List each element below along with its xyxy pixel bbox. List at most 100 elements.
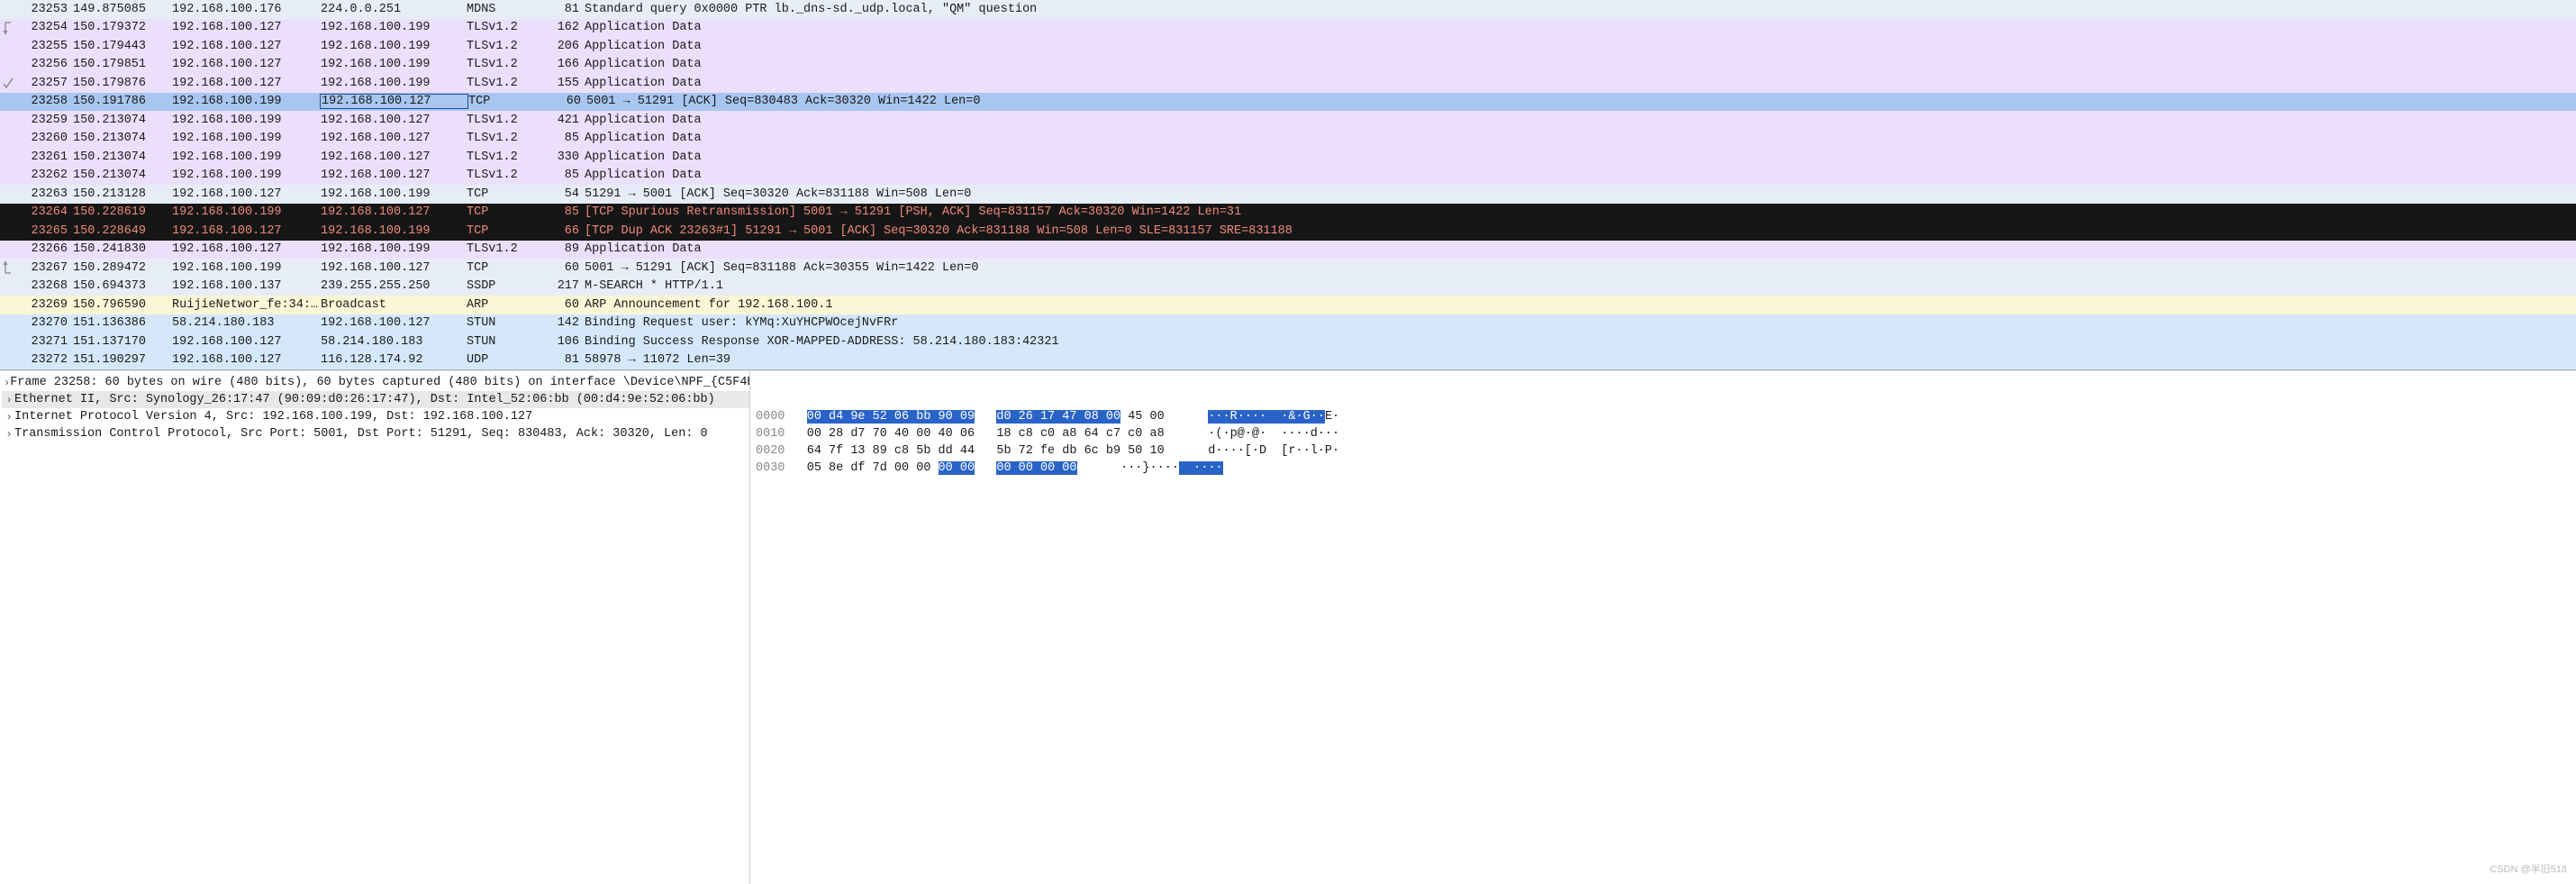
packet-row[interactable]: 23254150.179372192.168.100.127192.168.10…	[0, 19, 2576, 38]
packet-row[interactable]: 23269150.796590RuijieNetwor_fe:34:…Broad…	[0, 296, 2576, 314]
col-length: 142	[543, 316, 585, 330]
packet-details-tree[interactable]: ›Frame 23258: 60 bytes on wire (480 bits…	[0, 371, 750, 884]
packet-row[interactable]: 23268150.694373192.168.100.137239.255.25…	[0, 278, 2576, 296]
col-time: 150.179372	[73, 21, 172, 34]
col-info: Application Data	[585, 21, 2576, 34]
hex-bytes[interactable]: 00 28 d7 70 40 00 40 06 18 c8 c0 a8 64 c…	[807, 427, 1165, 441]
col-destination: 192.168.100.199	[321, 187, 467, 201]
related-marker-icon	[2, 259, 14, 278]
tree-item[interactable]: ›Internet Protocol Version 4, Src: 192.1…	[2, 408, 749, 425]
col-info: ARP Announcement for 192.168.100.1	[585, 298, 2576, 312]
hex-ascii[interactable]: ···R···· ·&·G··E·	[1208, 410, 1339, 424]
col-length: 60	[543, 261, 585, 275]
hex-ascii[interactable]: d····[·D [r··l·P·	[1208, 444, 1339, 458]
packet-row[interactable]: 23265150.228649192.168.100.127192.168.10…	[0, 222, 2576, 241]
packet-row[interactable]: 23258150.191786192.168.100.199192.168.10…	[0, 93, 2576, 112]
packet-row[interactable]: 23263150.213128192.168.100.127192.168.10…	[0, 185, 2576, 204]
hex-offset: 0020	[756, 444, 785, 458]
chevron-right-icon[interactable]: ›	[4, 377, 10, 389]
packet-bytes-pane[interactable]: 0000 00 d4 9e 52 06 bb 90 09 d0 26 17 47…	[750, 371, 2576, 884]
hex-ascii[interactable]: ·(·p@·@· ····d···	[1208, 427, 1339, 441]
hex-offset: 0000	[756, 410, 785, 424]
packet-row[interactable]: 23259150.213074192.168.100.199192.168.10…	[0, 111, 2576, 130]
col-info: [TCP Dup ACK 23263#1] 51291 → 5001 [ACK]…	[585, 224, 2576, 238]
col-info: Application Data	[585, 77, 2576, 90]
col-length: 155	[543, 77, 585, 90]
col-info: 51291 → 5001 [ACK] Seq=30320 Ack=831188 …	[585, 187, 2576, 201]
col-protocol: TCP	[467, 224, 543, 238]
tree-item-label: Ethernet II, Src: Synology_26:17:47 (90:…	[14, 393, 715, 406]
col-destination: 192.168.100.127	[320, 94, 469, 109]
packet-list[interactable]: 23253149.875085192.168.100.176224.0.0.25…	[0, 0, 2576, 370]
col-length: 60	[543, 298, 585, 312]
col-destination: 192.168.100.199	[321, 40, 467, 53]
col-time: 150.241830	[73, 242, 172, 256]
hex-row[interactable]: 0020 64 7f 13 89 c8 5b dd 44 5b 72 fe db…	[756, 442, 2576, 460]
packet-row[interactable]: 23262150.213074192.168.100.199192.168.10…	[0, 167, 2576, 186]
col-length: 330	[543, 150, 585, 164]
col-time: 150.213074	[73, 132, 172, 145]
col-length: 81	[543, 3, 585, 16]
col-source: 192.168.100.127	[172, 353, 321, 367]
tree-item[interactable]: ›Frame 23258: 60 bytes on wire (480 bits…	[2, 374, 749, 391]
packet-row[interactable]: 23257150.179876192.168.100.127192.168.10…	[0, 74, 2576, 93]
packet-row[interactable]: 23270151.13638658.214.180.183192.168.100…	[0, 314, 2576, 333]
tree-item[interactable]: ›Transmission Control Protocol, Src Port…	[2, 425, 749, 442]
chevron-right-icon[interactable]: ›	[4, 394, 14, 406]
related-marker-icon	[2, 185, 14, 204]
packet-row[interactable]: 23260150.213074192.168.100.199192.168.10…	[0, 130, 2576, 149]
col-length: 206	[543, 40, 585, 53]
col-source: 58.214.180.183	[172, 316, 321, 330]
col-protocol: UDP	[467, 353, 543, 367]
col-destination: 116.128.174.92	[321, 353, 467, 367]
packet-row[interactable]: 23264150.228619192.168.100.199192.168.10…	[0, 204, 2576, 223]
hex-ascii[interactable]: ···}···· ····	[1120, 461, 1222, 475]
packet-row[interactable]: 23267150.289472192.168.100.199192.168.10…	[0, 259, 2576, 278]
hex-row[interactable]: 0000 00 d4 9e 52 06 bb 90 09 d0 26 17 47…	[756, 408, 2576, 425]
col-info: Binding Request user: kYMq:XuYHCPWOcejNv…	[585, 316, 2576, 330]
col-source: 192.168.100.137	[172, 279, 321, 293]
col-time: 150.796590	[73, 298, 172, 312]
col-destination: 58.214.180.183	[321, 335, 467, 349]
col-time: 150.694373	[73, 279, 172, 293]
related-marker-icon	[2, 0, 14, 19]
chevron-right-icon[interactable]: ›	[4, 411, 14, 424]
col-source: 192.168.100.176	[172, 3, 321, 16]
packet-row[interactable]: 23253149.875085192.168.100.176224.0.0.25…	[0, 0, 2576, 19]
packet-row[interactable]: 23256150.179851192.168.100.127192.168.10…	[0, 56, 2576, 75]
csdn-watermark: CSDN @半旧518	[2490, 861, 2567, 879]
hex-row[interactable]: 0030 05 8e df 7d 00 00 00 00 00 00 00 00…	[756, 460, 2576, 477]
hex-bytes[interactable]: 64 7f 13 89 c8 5b dd 44 5b 72 fe db 6c b…	[807, 444, 1165, 458]
col-time: 150.179443	[73, 40, 172, 53]
col-destination: Broadcast	[321, 298, 467, 312]
col-destination: 192.168.100.127	[321, 261, 467, 275]
col-length: 60	[545, 95, 586, 108]
col-length: 85	[543, 132, 585, 145]
tree-item[interactable]: ›Ethernet II, Src: Synology_26:17:47 (90…	[2, 391, 749, 408]
col-length: 162	[543, 21, 585, 34]
col-info: Application Data	[585, 242, 2576, 256]
col-time: 150.228649	[73, 224, 172, 238]
col-source: 192.168.100.199	[172, 205, 321, 219]
col-protocol: TCP	[467, 187, 543, 201]
chevron-right-icon[interactable]: ›	[4, 428, 14, 441]
col-protocol: TLSv1.2	[467, 58, 543, 71]
col-destination: 192.168.100.199	[321, 224, 467, 238]
packet-row[interactable]: 23266150.241830192.168.100.127192.168.10…	[0, 241, 2576, 260]
packet-row[interactable]: 23255150.179443192.168.100.127192.168.10…	[0, 37, 2576, 56]
col-source: 192.168.100.127	[172, 58, 321, 71]
packet-row[interactable]: 23261150.213074192.168.100.199192.168.10…	[0, 148, 2576, 167]
hex-row[interactable]: 0010 00 28 d7 70 40 00 40 06 18 c8 c0 a8…	[756, 425, 2576, 442]
hex-bytes[interactable]: 05 8e df 7d 00 00 00 00 00 00 00 00	[807, 461, 1077, 475]
hex-offset: 0010	[756, 427, 785, 441]
col-time: 150.289472	[73, 261, 172, 275]
packet-row[interactable]: 23272151.190297192.168.100.127116.128.17…	[0, 351, 2576, 370]
col-length: 421	[543, 114, 585, 127]
col-protocol: TLSv1.2	[467, 242, 543, 256]
col-protocol: TLSv1.2	[467, 169, 543, 182]
col-destination: 192.168.100.127	[321, 150, 467, 164]
hex-bytes[interactable]: 00 d4 9e 52 06 bb 90 09 d0 26 17 47 08 0…	[807, 410, 1165, 424]
col-destination: 192.168.100.199	[321, 242, 467, 256]
related-marker-icon	[2, 74, 14, 93]
packet-row[interactable]: 23271151.137170192.168.100.12758.214.180…	[0, 333, 2576, 351]
